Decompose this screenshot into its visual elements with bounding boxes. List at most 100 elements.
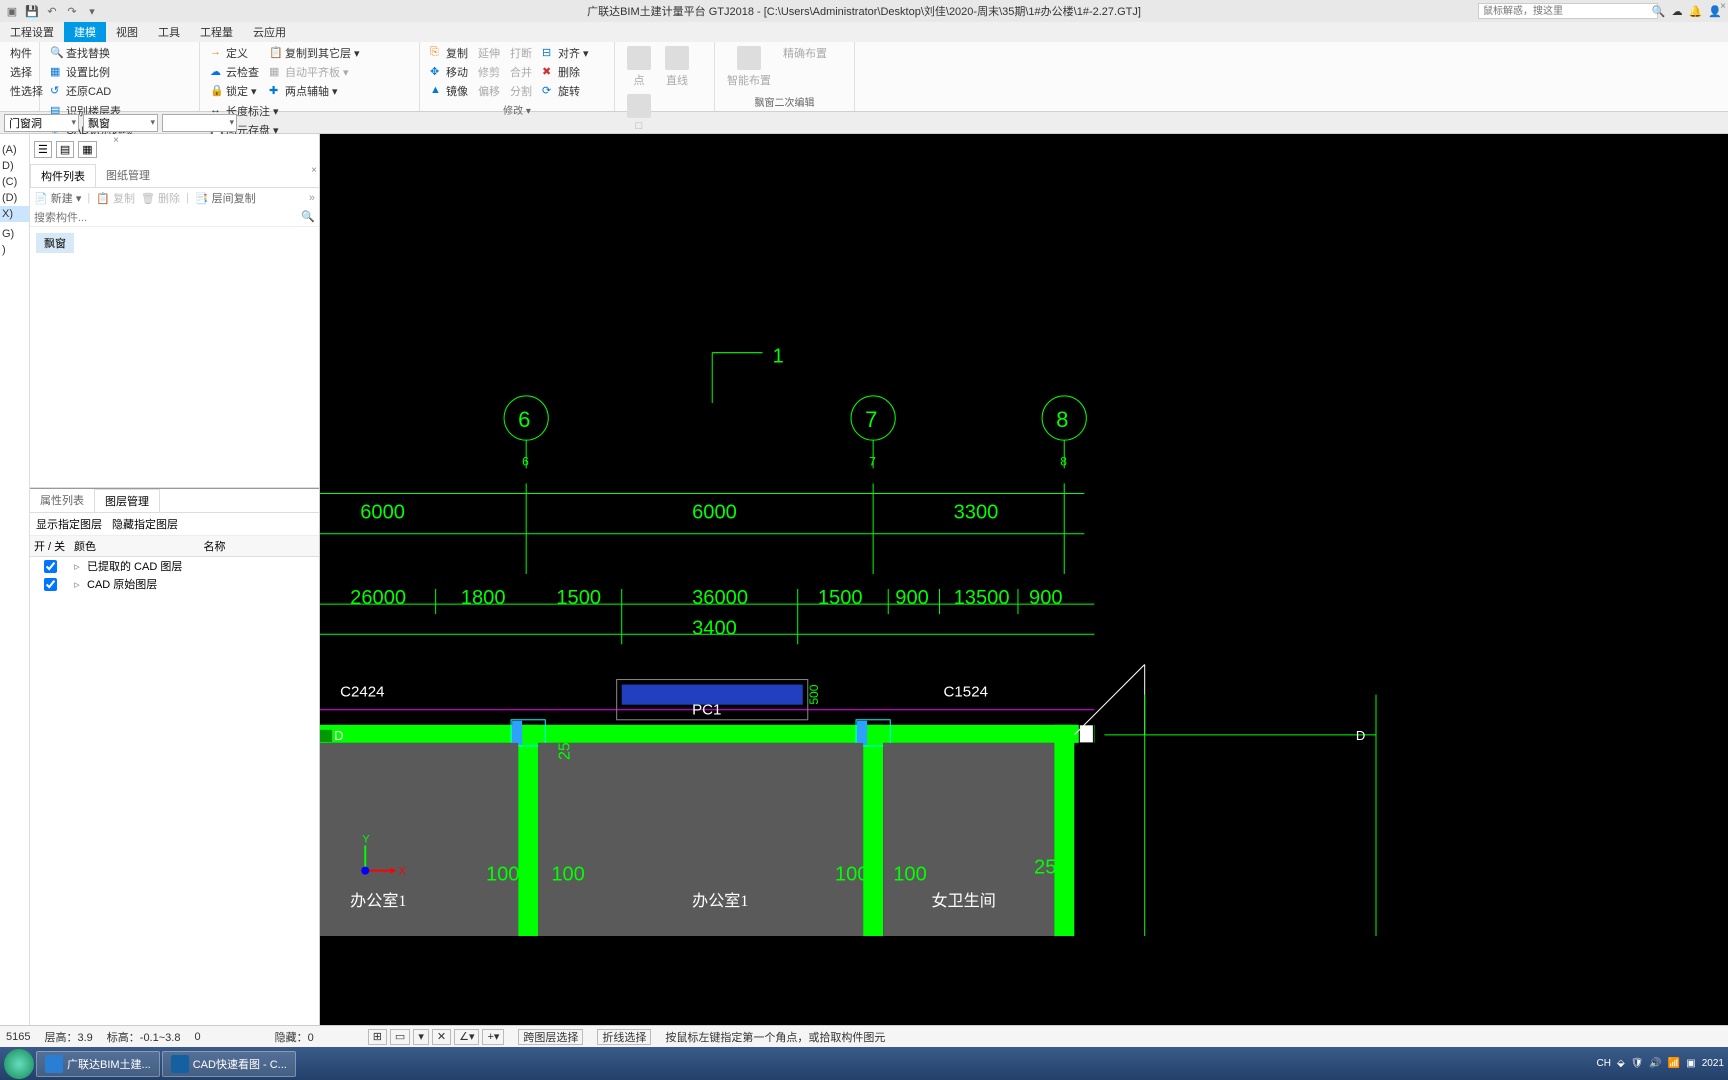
search-icon[interactable]: 🔍 <box>1652 5 1666 18</box>
menu-cloud[interactable]: 云应用 <box>243 22 296 42</box>
ribbon-set-scale[interactable]: ▦设置比例 <box>46 63 115 81</box>
window-title: 广联达BIM土建计量平台 GTJ2018 - [C:\Users\Adminis… <box>587 3 1141 19</box>
tab-component-list[interactable]: 构件列表 <box>30 164 96 187</box>
tab-layers[interactable]: 图层管理 <box>94 489 160 512</box>
tray-icon[interactable]: 📶 <box>1668 1058 1680 1069</box>
property-panel: × 属性列表 图层管理 显示指定图层 隐藏指定图层 开 / 关 颜色 名称 ▹ <box>30 488 319 593</box>
panel-view-icon[interactable]: ▦ <box>78 141 96 158</box>
ribbon-copy-floor[interactable]: 📋复制到其它层 ▾ <box>265 44 364 62</box>
tray-icon[interactable]: ⬙ <box>1617 1058 1625 1069</box>
status-tool-icon[interactable]: ⊞ <box>368 1029 387 1045</box>
ribbon-move[interactable]: ✥移动 <box>426 63 472 81</box>
instance-selector[interactable] <box>162 114 237 132</box>
panel-view-icon[interactable]: ☰ <box>34 141 52 158</box>
status-tool-icon[interactable]: ▭ <box>390 1029 410 1045</box>
layer-checkbox[interactable] <box>44 560 57 573</box>
start-button[interactable] <box>4 1049 34 1079</box>
ribbon-delete[interactable]: ✖删除 <box>538 63 593 81</box>
ribbon-find-replace[interactable]: 🔍查找替换 <box>46 44 115 62</box>
cross-layer-button[interactable]: 跨图层选择 <box>518 1029 583 1045</box>
ribbon-rotate[interactable]: ⟳旋转 <box>538 82 593 100</box>
tray-icon[interactable]: 🛡 <box>1631 1058 1644 1069</box>
svg-text:3400: 3400 <box>692 617 737 639</box>
ribbon-align[interactable]: ⊟对齐 ▾ <box>538 44 593 62</box>
ribbon-mirror[interactable]: ▲镜像 <box>426 82 472 100</box>
svg-text:8: 8 <box>1056 407 1068 432</box>
tray-icon[interactable]: 🔊 <box>1649 1058 1661 1069</box>
status-tool-icon[interactable]: ✕ <box>432 1029 451 1045</box>
bell-icon[interactable]: 🔔 <box>1689 5 1703 18</box>
ribbon-select[interactable]: 选择 <box>6 63 33 81</box>
ribbon-group-label[interactable]: 修改 ▾ <box>426 100 608 117</box>
layer-row[interactable]: ▹ CAD 原始图层 <box>30 575 319 593</box>
menu-tools[interactable]: 工具 <box>148 22 190 42</box>
hide-layer-button[interactable]: 隐藏指定图层 <box>112 516 178 532</box>
type-selector[interactable]: 飘窗 <box>83 114 158 132</box>
qat-redo-icon[interactable]: ↷ <box>64 3 80 19</box>
status-coord: 5165 <box>6 1031 30 1043</box>
polyline-select-button[interactable]: 折线选择 <box>597 1029 651 1045</box>
cloud-icon[interactable]: ☁ <box>1672 5 1683 18</box>
menu-bar: 工程设置 建模 视图 工具 工程量 云应用 <box>0 22 1728 42</box>
category-selector[interactable]: 门窗洞 <box>4 114 79 132</box>
ribbon-two-point-axis[interactable]: ✚两点辅轴 ▾ <box>265 82 364 100</box>
status-zero: 0 <box>194 1031 200 1043</box>
nav-item[interactable]: (A) <box>0 142 29 158</box>
tray-icon[interactable]: ▣ <box>1686 1058 1695 1069</box>
status-elevation: 标高：-0.1~3.8 <box>107 1029 181 1045</box>
svg-text:250: 250 <box>1034 857 1068 879</box>
ribbon-extend: 延伸 <box>474 44 504 62</box>
ribbon-restore-cad[interactable]: ↺还原CAD <box>46 82 115 100</box>
menu-view[interactable]: 视图 <box>106 22 148 42</box>
layer-row[interactable]: ▹ 已提取的 CAD 图层 <box>30 557 319 575</box>
ribbon-prop-select[interactable]: 性选择 <box>6 82 33 100</box>
copy-button: 📋 复制 <box>96 190 135 206</box>
qat-icon[interactable]: ▣ <box>4 3 20 19</box>
expand-icon[interactable]: ▹ <box>67 578 87 591</box>
more-icon[interactable]: » <box>309 192 315 204</box>
layer-checkbox[interactable] <box>44 578 57 591</box>
floor-copy-button[interactable]: 📑 层间复制 <box>195 190 256 206</box>
menu-modeling[interactable]: 建模 <box>64 22 106 42</box>
status-tool-icon[interactable]: ▾ <box>413 1029 429 1045</box>
drawing-canvas[interactable]: 1 6 6 7 7 8 8 6000 6000 3300 <box>320 134 1728 1034</box>
status-tool-icon[interactable]: +▾ <box>482 1029 504 1045</box>
menu-quantity[interactable]: 工程量 <box>190 22 243 42</box>
svg-text:900: 900 <box>895 587 929 609</box>
panel-view-icon[interactable]: ▤ <box>56 141 74 158</box>
status-tool-icon[interactable]: ∠▾ <box>454 1029 479 1045</box>
nav-item[interactable]: X) <box>0 206 29 222</box>
ribbon-lock[interactable]: 🔒锁定 ▾ <box>206 82 263 100</box>
nav-item[interactable]: G) <box>0 226 29 242</box>
ribbon-component[interactable]: 构件 <box>6 44 33 62</box>
search-icon[interactable]: 🔍 <box>301 210 315 223</box>
ribbon-copy[interactable]: ⎘复制 <box>426 44 472 62</box>
system-tray[interactable]: CH ⬙ 🛡 🔊 📶 ▣ 2021 <box>1597 1058 1724 1069</box>
expand-icon[interactable]: ▹ <box>67 560 87 573</box>
tab-drawing-manage[interactable]: 图纸管理 <box>96 164 160 187</box>
svg-text:C2424: C2424 <box>340 684 384 701</box>
ribbon-define[interactable]: →定义 <box>206 44 263 62</box>
panel-close-icon[interactable]: × <box>1720 1 1726 12</box>
qat-icon[interactable]: ▾ <box>84 3 100 19</box>
qat-undo-icon[interactable]: ↶ <box>44 3 60 19</box>
component-tree[interactable]: 飘窗 <box>30 227 319 487</box>
component-search-input[interactable] <box>30 210 319 227</box>
nav-item[interactable]: D) <box>0 158 29 174</box>
tab-properties[interactable]: 属性列表 <box>30 489 94 512</box>
new-button[interactable]: 📄 新建 ▾ <box>34 190 81 206</box>
panel-close-icon[interactable]: × <box>311 165 317 176</box>
nav-item[interactable]: (D) <box>0 190 29 206</box>
taskbar-app[interactable]: CAD快速看图 - C... <box>162 1051 296 1077</box>
nav-item[interactable]: (C) <box>0 174 29 190</box>
ribbon-cloud-check[interactable]: ☁云检查 <box>206 63 263 81</box>
tree-node[interactable]: 飘窗 <box>36 233 74 253</box>
svg-text:900: 900 <box>1029 587 1063 609</box>
panel-close-icon[interactable]: × <box>113 135 119 146</box>
taskbar-app[interactable]: 广联达BIM土建... <box>36 1051 160 1077</box>
qat-save-icon[interactable]: 💾 <box>24 3 40 19</box>
nav-item[interactable]: ) <box>0 242 29 258</box>
help-search-input[interactable] <box>1478 3 1658 19</box>
show-layer-button[interactable]: 显示指定图层 <box>36 516 102 532</box>
menu-project-settings[interactable]: 工程设置 <box>0 22 64 42</box>
